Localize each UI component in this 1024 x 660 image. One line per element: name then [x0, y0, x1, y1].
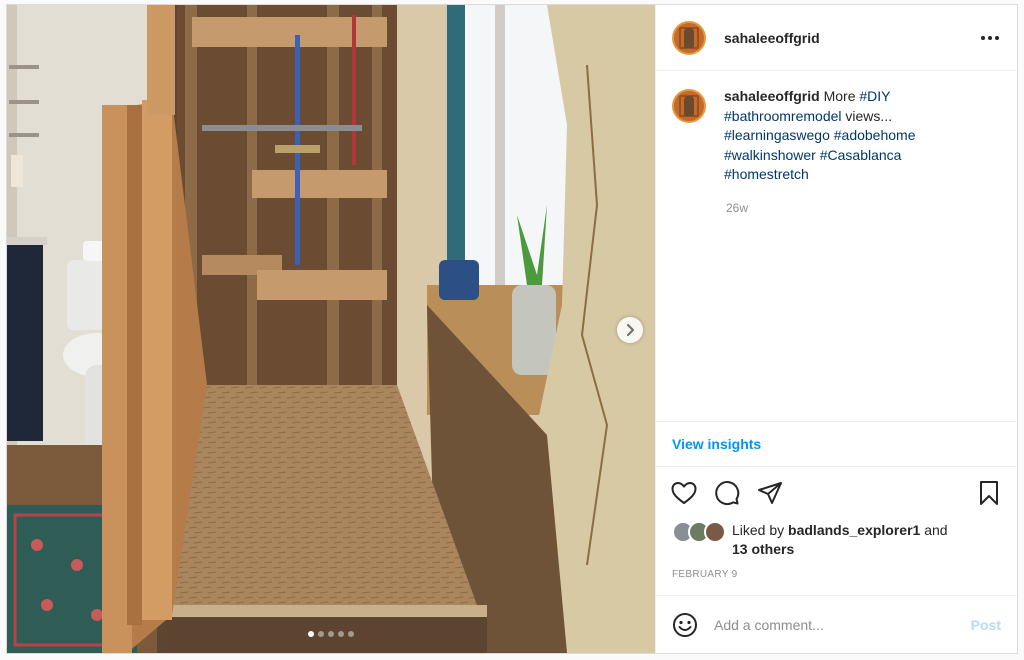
- likes-others-link[interactable]: 13 others: [732, 541, 794, 557]
- liker-avatar: [704, 521, 726, 543]
- share-icon: [758, 482, 782, 504]
- carousel-dot: [338, 631, 344, 637]
- profile-avatar[interactable]: [672, 20, 706, 55]
- header-username[interactable]: sahaleeoffgrid: [724, 30, 820, 46]
- post-details-panel: sahaleeoffgrid sahaleeoffgrid More #DIY …: [655, 5, 1017, 653]
- carousel-dot: [308, 631, 314, 637]
- add-comment-bar: Post: [656, 595, 1017, 653]
- likes-prefix: Liked by: [732, 522, 789, 538]
- hashtag[interactable]: #learningaswego: [724, 127, 830, 143]
- emoji-icon[interactable]: [672, 612, 698, 638]
- carousel-dot: [348, 631, 354, 637]
- carousel-dot: [318, 631, 324, 637]
- post-comment-button[interactable]: Post: [971, 617, 1001, 633]
- liker-username[interactable]: badlands_explorer1: [788, 522, 920, 538]
- heart-icon: [671, 482, 697, 504]
- caption-timestamp: 26w: [726, 200, 749, 215]
- action-bar: [656, 467, 1017, 519]
- bathroom-shower-photo: [7, 5, 655, 653]
- likes-summary: Liked by badlands_explorer1 and 13 others: [656, 521, 1017, 559]
- comment-input[interactable]: [714, 616, 971, 633]
- caption-text: sahaleeoffgrid More #DIY #bathroomremode…: [724, 87, 954, 185]
- hashtag[interactable]: #homestretch: [724, 166, 809, 182]
- hashtag[interactable]: #Casablanca: [820, 147, 902, 163]
- chevron-right-icon: [627, 324, 634, 336]
- post-header: sahaleeoffgrid: [656, 5, 1017, 71]
- like-button[interactable]: [670, 479, 698, 507]
- caption-row: sahaleeoffgrid More #DIY #bathroomremode…: [672, 87, 1001, 185]
- caption-body: views...: [841, 107, 893, 124]
- hashtag[interactable]: #bathroomremodel: [724, 108, 842, 124]
- view-insights-link[interactable]: View insights: [672, 436, 761, 452]
- post-date: FEBRUARY 9: [672, 569, 738, 580]
- post-photo[interactable]: [7, 5, 655, 653]
- comment-icon: [715, 481, 740, 506]
- comments-section: sahaleeoffgrid More #DIY #bathroomremode…: [656, 71, 1017, 421]
- insights-bar: View insights: [656, 421, 1017, 467]
- likes-text: Liked by badlands_explorer1 and 13 others: [732, 521, 948, 559]
- caption-avatar[interactable]: [672, 89, 706, 123]
- more-options-icon[interactable]: [979, 30, 1001, 46]
- carousel-next-button[interactable]: [617, 317, 643, 343]
- save-button[interactable]: [975, 479, 1003, 507]
- hashtag[interactable]: #walkinshower: [724, 147, 816, 163]
- bookmark-icon: [980, 481, 998, 505]
- share-button[interactable]: [756, 479, 784, 507]
- comment-button[interactable]: [713, 479, 741, 507]
- hashtag[interactable]: #adobehome: [834, 127, 916, 143]
- caption-body: More: [819, 88, 860, 104]
- caption-username[interactable]: sahaleeoffgrid: [724, 88, 820, 104]
- hashtag[interactable]: #DIY: [859, 88, 890, 104]
- instagram-post: sahaleeoffgrid sahaleeoffgrid More #DIY …: [6, 4, 1018, 654]
- likes-middle: and: [920, 522, 948, 538]
- carousel-indicator: [7, 631, 655, 637]
- liker-avatars: [672, 521, 728, 543]
- carousel-dot: [328, 631, 334, 637]
